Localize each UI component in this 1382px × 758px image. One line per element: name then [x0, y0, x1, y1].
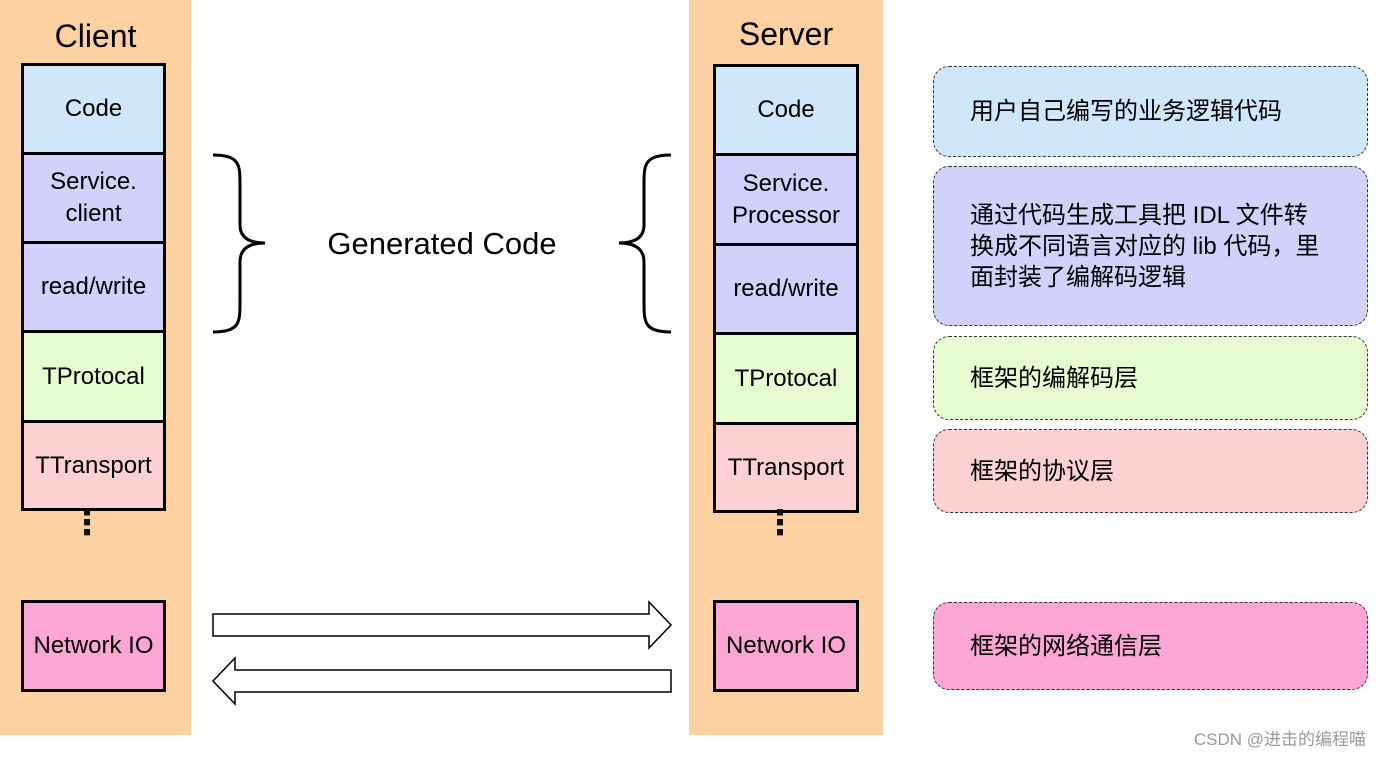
arrow-left-icon	[211, 656, 672, 706]
arrow-right-icon	[212, 600, 673, 650]
desc-generated: 通过代码生成工具把 IDL 文件转换成不同语言对应的 lib 代码，里面封装了编…	[933, 166, 1368, 326]
generated-code-label: Generated Code	[327, 226, 557, 261]
desc-transport: 框架的协议层	[933, 429, 1368, 513]
left-brace	[212, 153, 266, 334]
desc-protocol: 框架的编解码层	[933, 336, 1368, 420]
desc-code: 用户自己编写的业务逻辑代码	[933, 66, 1368, 157]
desc-network: 框架的网络通信层	[933, 602, 1368, 690]
watermark: CSDN @进击的编程喵	[1193, 730, 1366, 749]
right-brace	[618, 153, 672, 334]
